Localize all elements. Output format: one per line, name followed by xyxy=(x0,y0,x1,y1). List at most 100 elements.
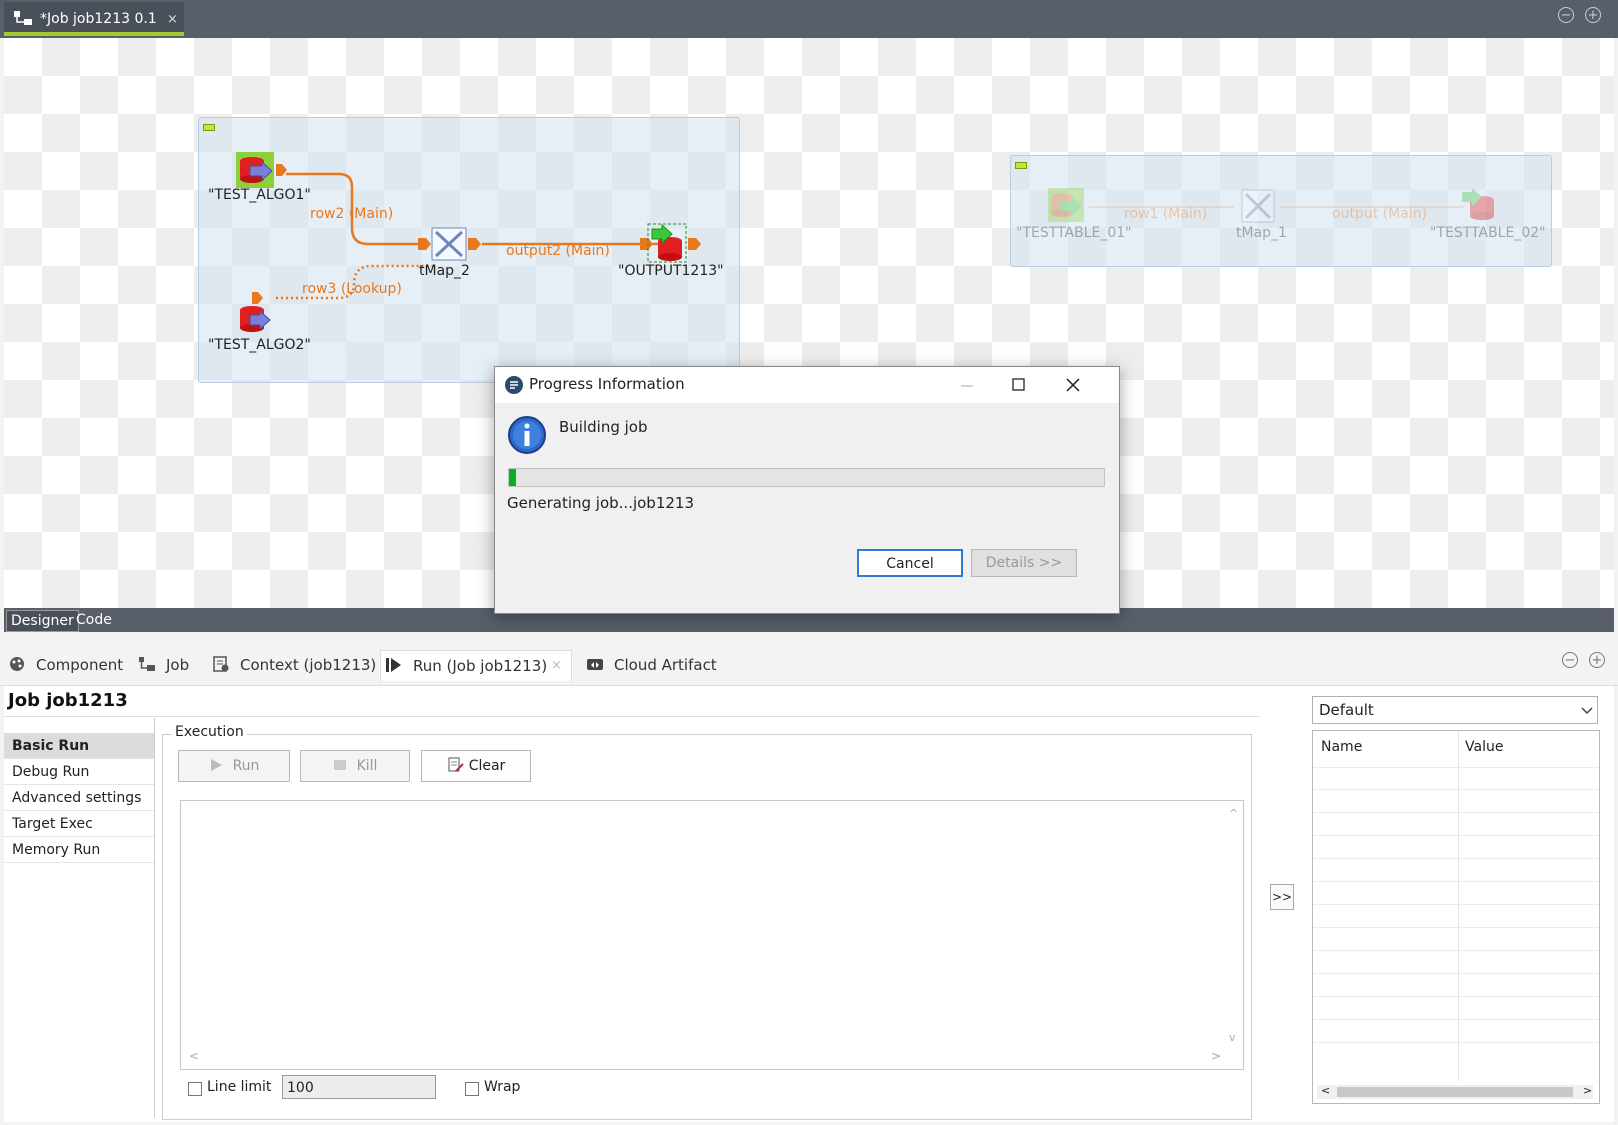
clear-button-label: Clear xyxy=(468,758,506,774)
table-row-line xyxy=(1313,881,1599,882)
tab-job[interactable]: Job xyxy=(138,650,189,680)
database-output-icon[interactable] xyxy=(1460,188,1500,226)
minimize-icon[interactable]: − xyxy=(1562,652,1578,668)
tab-label: Run (Job job1213) xyxy=(413,657,548,675)
info-icon xyxy=(508,416,546,454)
database-input-icon[interactable] xyxy=(1048,188,1100,226)
database-input-icon[interactable] xyxy=(236,152,288,190)
editor-tab-job[interactable]: *Job job1213 0.1 × xyxy=(4,2,184,36)
scroll-right-icon[interactable]: > xyxy=(1583,1084,1592,1097)
play-icon xyxy=(210,759,222,771)
link-label-output[interactable]: output (Main) xyxy=(1332,206,1427,222)
line-limit-input[interactable]: 100 xyxy=(282,1075,436,1099)
page-title: Job job1213 xyxy=(8,690,128,711)
maximize-icon[interactable]: + xyxy=(1585,7,1601,23)
palette-icon xyxy=(10,657,24,671)
tab-component[interactable]: Component xyxy=(8,650,123,680)
table-row-line xyxy=(1313,950,1599,951)
line-limit-label: Line limit xyxy=(207,1079,272,1095)
database-output-icon[interactable] xyxy=(640,221,706,265)
component-label: "TESTTABLE_01" xyxy=(1016,225,1132,241)
maximize-icon[interactable] xyxy=(1011,377,1027,393)
link-label-row3[interactable]: row3 (Lookup) xyxy=(302,281,402,297)
execution-group-label: Execution xyxy=(172,724,247,740)
table-row-line xyxy=(1313,904,1599,905)
tab-code[interactable]: Code xyxy=(72,610,116,630)
cancel-button[interactable]: Cancel xyxy=(857,549,963,577)
link-label-row1[interactable]: row1 (Main) xyxy=(1124,206,1207,222)
sidebar-item-target-exec[interactable]: Target Exec xyxy=(4,811,154,837)
tmap-icon[interactable] xyxy=(418,224,484,264)
scroll-right-icon[interactable]: > xyxy=(1211,1049,1221,1063)
table-row-line xyxy=(1313,996,1599,997)
divider xyxy=(4,716,1260,717)
table-row-line xyxy=(1313,858,1599,859)
context-select[interactable]: Default xyxy=(1312,696,1598,724)
tab-label: Component xyxy=(36,656,124,674)
scroll-left-icon[interactable]: < xyxy=(189,1049,199,1063)
maximize-icon[interactable]: + xyxy=(1589,652,1605,668)
run-icon xyxy=(386,658,401,672)
cloud-icon xyxy=(587,659,603,670)
minimize-icon[interactable]: − xyxy=(1558,7,1574,23)
kill-button-label: Kill xyxy=(356,758,378,774)
divider xyxy=(154,718,155,1118)
sidebar-item-basic-run[interactable]: Basic Run xyxy=(4,733,154,759)
talend-app-icon xyxy=(505,376,523,394)
close-icon[interactable]: × xyxy=(551,651,562,681)
details-button[interactable]: Details >> xyxy=(971,549,1077,577)
sidebar-item-debug-run[interactable]: Debug Run xyxy=(4,759,154,785)
job-icon xyxy=(14,11,32,25)
subtask-label: Generating job...job1213 xyxy=(507,494,695,512)
run-button-label: Run xyxy=(232,758,260,774)
bottom-panel-tabs: Component Job Context (job1213) Run (Job… xyxy=(0,640,1618,686)
scroll-left-icon[interactable]: < xyxy=(1321,1084,1330,1097)
close-icon[interactable] xyxy=(1063,375,1083,395)
scroll-down-icon[interactable]: v xyxy=(1229,1031,1236,1044)
context-table[interactable]: Name Value < > xyxy=(1312,730,1600,1104)
run-button[interactable]: Run xyxy=(178,750,290,782)
component-label: "TEST_ALGO1" xyxy=(208,187,311,203)
minimize-icon[interactable] xyxy=(959,377,975,393)
clear-icon xyxy=(448,757,464,772)
table-row-line xyxy=(1313,927,1599,928)
context-icon xyxy=(213,656,229,672)
sidebar-item-advanced-settings[interactable]: Advanced settings xyxy=(4,785,154,811)
database-input-icon[interactable] xyxy=(238,290,290,336)
wrap-checkbox[interactable] xyxy=(465,1082,479,1096)
progress-bar-fill xyxy=(509,469,516,486)
component-label: "OUTPUT1213" xyxy=(618,263,724,279)
stop-icon xyxy=(333,760,346,770)
clear-button[interactable]: Clear xyxy=(421,750,531,782)
close-icon[interactable]: × xyxy=(167,12,178,27)
component-label: tMap_1 xyxy=(1236,225,1287,241)
kill-button[interactable]: Kill xyxy=(300,750,410,782)
table-row-line xyxy=(1313,1042,1599,1043)
subjob-collapse-toggle[interactable] xyxy=(1015,162,1027,169)
scroll-up-icon[interactable]: ^ xyxy=(1229,807,1238,820)
tab-cloud-artifact[interactable]: Cloud Artifact xyxy=(586,650,717,680)
tab-run[interactable]: Run (Job job1213) × xyxy=(380,650,572,681)
link-label-row2[interactable]: row2 (Main) xyxy=(310,206,393,222)
table-row-line xyxy=(1313,767,1599,768)
move-context-button[interactable]: >> xyxy=(1270,884,1294,910)
dialog-titlebar[interactable]: Progress Information xyxy=(495,367,1119,403)
tmap-icon[interactable] xyxy=(1230,188,1290,226)
component-label: "TESTTABLE_02" xyxy=(1430,225,1546,241)
console-output[interactable]: ^ v < > xyxy=(180,800,1244,1070)
progress-dialog: Progress Information Building job Genera… xyxy=(494,366,1120,614)
line-limit-checkbox[interactable] xyxy=(188,1082,202,1096)
tab-context[interactable]: Context (job1213) xyxy=(212,650,376,680)
column-header-name[interactable]: Name xyxy=(1321,739,1362,755)
table-row-line xyxy=(1313,835,1599,836)
scrollbar-thumb[interactable] xyxy=(1337,1087,1573,1097)
column-header-value[interactable]: Value xyxy=(1465,739,1503,755)
table-row-line xyxy=(1313,973,1599,974)
tab-designer[interactable]: Designer xyxy=(6,610,79,632)
sidebar-item-memory-run[interactable]: Memory Run xyxy=(4,837,154,863)
component-label: tMap_2 xyxy=(419,263,470,279)
tab-label: Context (job1213) xyxy=(240,656,377,674)
link-label-output2[interactable]: output2 (Main) xyxy=(506,243,610,259)
progress-bar xyxy=(508,468,1105,487)
horizontal-scrollbar[interactable]: < > xyxy=(1317,1084,1593,1099)
